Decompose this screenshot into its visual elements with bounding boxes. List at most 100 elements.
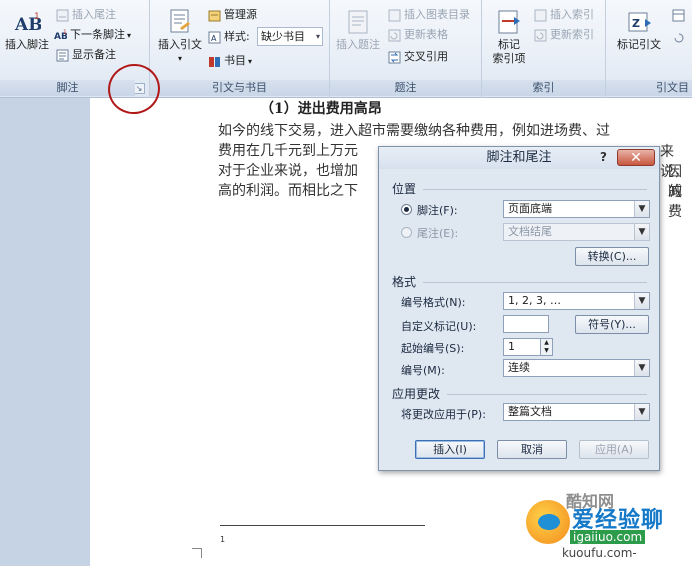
table-of-figures-icon: [388, 9, 401, 22]
next-footnote-icon: AB 1: [54, 29, 68, 42]
section-divider: [423, 189, 647, 190]
mark-citation-button[interactable]: Z 标记引文: [610, 8, 668, 52]
footnote-location-select[interactable]: 页面底端 ▼: [503, 200, 650, 218]
insert-index-label: 插入索引: [550, 8, 594, 21]
mark-entry-icon: [495, 8, 523, 36]
help-icon[interactable]: ?: [600, 150, 607, 164]
start-at-label: 起始编号(S):: [401, 342, 465, 355]
insert-citation-label: 插入引文: [158, 38, 202, 51]
footnote-separator: [220, 525, 425, 526]
numbering-select[interactable]: 连续 ▼: [503, 359, 650, 377]
chevron-down-icon: ▼: [634, 293, 649, 309]
paragraph-fragment: 的费: [668, 184, 682, 220]
manage-sources-label: 管理源: [224, 8, 257, 21]
show-notes-icon: [56, 49, 69, 62]
citations-group-label: 引文与书目: [150, 80, 329, 96]
chevron-down-icon: ▾: [127, 31, 132, 40]
chevron-down-icon: ▾: [315, 32, 320, 41]
symbol-button[interactable]: 符号(Y)...: [575, 315, 649, 334]
show-notes-label: 显示备注: [72, 48, 116, 61]
mark-entry-button[interactable]: 标记 索引项: [486, 8, 532, 66]
insert-table-of-figures-button[interactable]: 插入图表目录: [388, 6, 470, 24]
cross-reference-label: 交叉引用: [404, 50, 448, 63]
convert-button[interactable]: 转换(C)...: [575, 247, 649, 266]
show-notes-button[interactable]: 显示备注: [56, 46, 116, 64]
format-section-title: 格式: [392, 275, 417, 289]
watermark: 酷知网 爱经验聊 igaiiuo.com kuoufu.com-: [520, 488, 692, 566]
apply-button[interactable]: 应用(A): [579, 440, 649, 459]
insert-index-button[interactable]: 插入索引: [534, 6, 594, 24]
section-heading: （1）进出费用高昂: [260, 101, 382, 117]
citations-group: 插入引文 ▾ 管理源 A 样式: 缺少书目 ▾ 书目 ▾ 引文与书目: [150, 0, 330, 98]
apply-to-label: 将更改应用于(P):: [401, 408, 486, 421]
footnote-location-value: 页面底端: [508, 202, 552, 215]
page-corner-mark: [192, 548, 202, 558]
next-footnote-button[interactable]: AB 1 下一条脚注 ▾: [54, 26, 131, 44]
update-index-label: 更新索引: [550, 28, 594, 41]
apply-to-select[interactable]: 整篇文档 ▼: [503, 403, 650, 421]
mark-citation-icon: Z: [625, 8, 653, 36]
number-format-value: 1, 2, 3, …: [508, 294, 561, 307]
captions-group: 插入题注 插入图表目录 更新表格 交叉引用 题注: [330, 0, 482, 98]
next-footnote-label: 下一条脚注: [70, 28, 125, 41]
footnote-number: 1: [220, 535, 226, 544]
update-table-icon: [388, 29, 401, 42]
update-table-button[interactable]: 更新表格: [388, 26, 448, 44]
endnote-radio[interactable]: [401, 227, 412, 238]
insert-caption-icon: [344, 8, 372, 36]
footnote-radio[interactable]: [401, 204, 412, 215]
mark-entry-label-2: 索引项: [492, 52, 526, 65]
cross-reference-icon: [388, 51, 401, 64]
style-combo-value: 缺少书目: [261, 30, 305, 43]
number-format-label: 编号格式(N):: [401, 296, 466, 309]
index-group: 标记 索引项 插入索引 更新索引 索引: [482, 0, 606, 98]
custom-mark-input[interactable]: [503, 315, 549, 333]
chevron-down-icon: ▾: [177, 54, 182, 63]
number-format-select[interactable]: 1, 2, 3, … ▼: [503, 292, 650, 310]
refresh-icon: [672, 31, 685, 44]
cross-reference-button[interactable]: 交叉引用: [388, 48, 448, 66]
cancel-button[interactable]: 取消: [497, 440, 567, 459]
section-divider: [423, 282, 647, 283]
footnote-icon: AB 1: [13, 8, 43, 36]
close-button[interactable]: ✕: [617, 149, 655, 166]
captions-group-label: 题注: [330, 80, 481, 96]
svg-text:A: A: [211, 34, 217, 43]
bibliography-label: 书目: [224, 54, 246, 67]
chevron-down-icon: ▼: [634, 201, 649, 217]
insert-caption-label: 插入题注: [336, 38, 380, 51]
start-at-input[interactable]: 1: [503, 338, 541, 356]
svg-text:1: 1: [63, 29, 67, 36]
mark-citation-label: 标记引文: [617, 38, 661, 51]
style-icon: A: [208, 31, 221, 44]
insert-index-icon: [534, 9, 547, 22]
toa-update-icon[interactable]: [672, 28, 688, 46]
endnote-location-select[interactable]: 文档结尾 ▼: [503, 223, 650, 241]
insert-caption-button[interactable]: 插入题注: [332, 8, 384, 52]
apply-to-value: 整篇文档: [508, 405, 552, 418]
insert-citation-button[interactable]: 插入引文 ▾: [154, 8, 206, 66]
svg-text:Z: Z: [632, 17, 640, 30]
chevron-down-icon: ▾: [248, 57, 253, 66]
update-table-label: 更新表格: [404, 28, 448, 41]
table-icon: [672, 9, 685, 22]
paragraph-line: 如今的线下交易，进入超市需要缴纳各种费用，例如进场费、过: [218, 123, 610, 139]
bibliography-button[interactable]: 书目 ▾: [208, 52, 252, 70]
insert-footnote-button[interactable]: AB 1 插入脚注: [2, 8, 52, 52]
manage-sources-icon: [208, 9, 221, 22]
custom-mark-label: 自定义标记(U):: [401, 320, 477, 333]
style-label: A 样式:: [208, 28, 250, 46]
toa-group-label: 引文目: [606, 80, 692, 96]
start-at-stepper[interactable]: ▲ ▼: [540, 338, 553, 356]
insert-endnote-button[interactable]: 插入尾注: [56, 6, 116, 24]
manage-sources-button[interactable]: 管理源: [208, 6, 257, 24]
watermark-logo-icon: [526, 500, 570, 544]
style-combo[interactable]: 缺少书目 ▾: [257, 27, 323, 46]
toa-insert-icon[interactable]: [672, 6, 688, 24]
watermark-url-2: kuoufu.com-: [562, 546, 637, 560]
endnote-label: 尾注(E):: [417, 227, 459, 240]
insert-button[interactable]: 插入(I): [415, 440, 485, 459]
update-index-button[interactable]: 更新索引: [534, 26, 594, 44]
chevron-down-icon: ▼: [634, 404, 649, 420]
insert-table-of-figures-label: 插入图表目录: [404, 8, 470, 21]
